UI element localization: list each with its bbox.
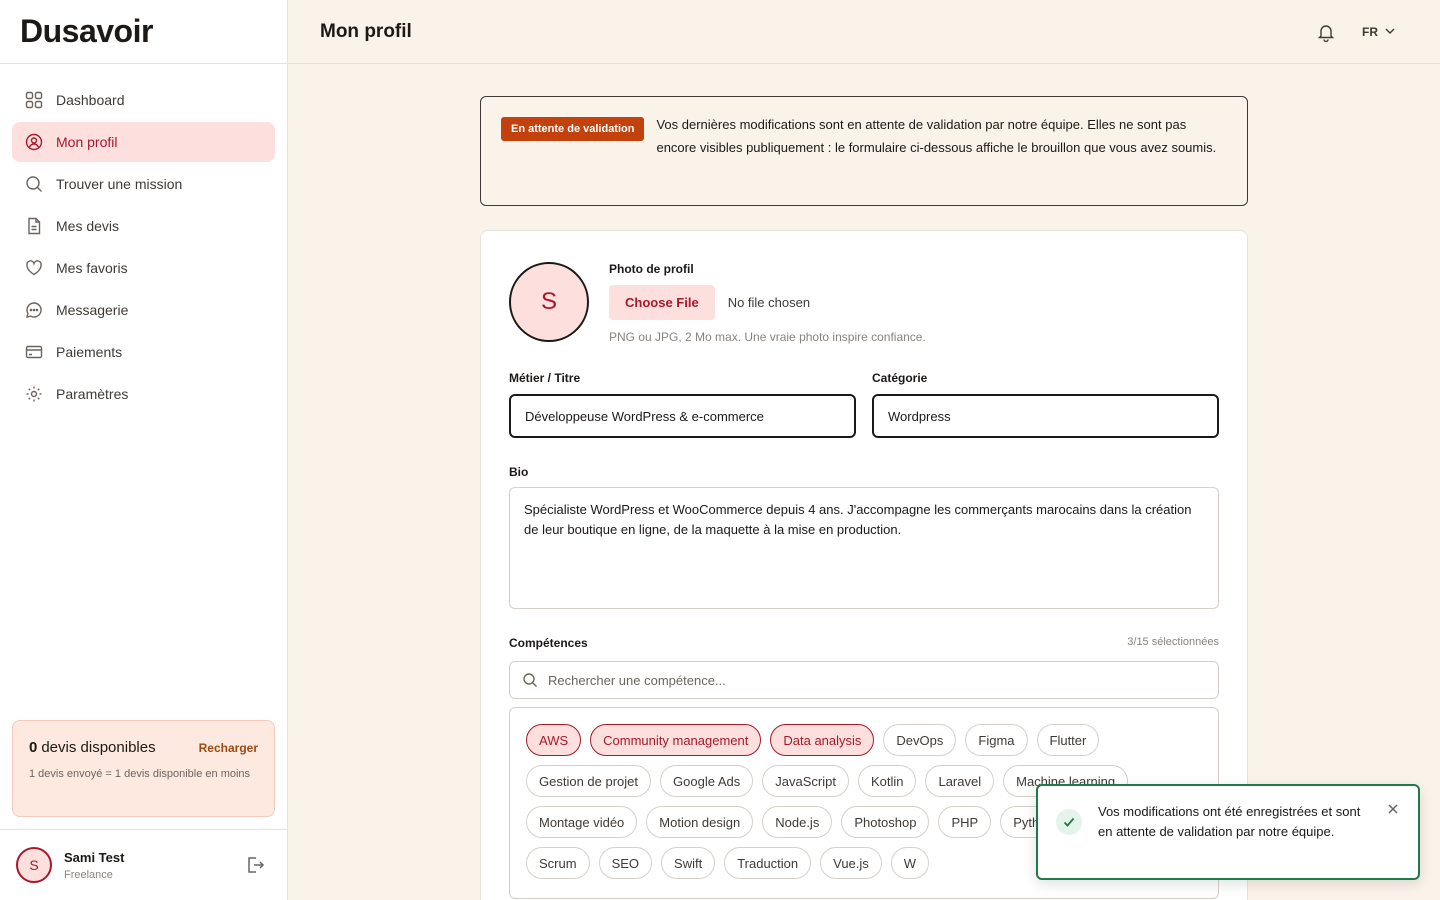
- page-title: Mon profil: [320, 20, 412, 42]
- sidebar-item-label: Paiements: [56, 344, 123, 360]
- skill-chip[interactable]: Flutter: [1036, 724, 1100, 756]
- user-circle-icon: [24, 132, 44, 152]
- skill-chip[interactable]: Swift: [661, 847, 716, 879]
- credit-card-icon: [24, 342, 44, 362]
- photo-hint: PNG ou JPG, 2 Mo max. Une vraie photo in…: [609, 330, 926, 344]
- skill-chip[interactable]: JavaScript: [762, 765, 849, 797]
- sidebar-item-label: Mes favoris: [56, 260, 128, 276]
- search-icon: [24, 174, 44, 194]
- grid-icon: [24, 90, 44, 110]
- skill-chip[interactable]: AWS: [526, 724, 582, 756]
- skill-chip[interactable]: Montage vidéo: [526, 806, 638, 838]
- bio-label: Bio: [509, 465, 529, 479]
- skill-chip[interactable]: Community management: [590, 724, 762, 756]
- sidebar-item-trouver-une-mission[interactable]: Trouver une mission: [12, 164, 275, 204]
- skill-chip[interactable]: Scrum: [526, 847, 590, 879]
- sidebar-item-label: Trouver une mission: [56, 176, 183, 192]
- sidebar-item-label: Paramètres: [56, 386, 129, 402]
- skill-chip[interactable]: Gestion de projet: [526, 765, 652, 797]
- language-selector[interactable]: FR: [1362, 25, 1396, 40]
- chevron-down-icon: [1384, 25, 1396, 40]
- check-icon: [1056, 809, 1082, 835]
- chat-icon: [24, 300, 44, 320]
- title-label: Métier / Titre: [509, 371, 581, 385]
- user-profile: S Sami Test Freelance: [0, 829, 287, 900]
- credits-count: 0 devis disponibles: [29, 739, 156, 756]
- pending-banner: En attente de validation Vos dernières m…: [480, 96, 1248, 206]
- skill-chip[interactable]: DevOps: [883, 724, 957, 756]
- status-badge: En attente de validation: [501, 117, 645, 141]
- skill-chip[interactable]: Google Ads: [660, 765, 754, 797]
- skill-chip[interactable]: Vue.js: [820, 847, 882, 879]
- user-role: Freelance: [64, 868, 113, 881]
- skill-chip[interactable]: Node.js: [762, 806, 833, 838]
- skill-chip[interactable]: Traduction: [724, 847, 812, 879]
- search-icon: [522, 672, 538, 688]
- heart-icon: [24, 258, 44, 278]
- credits-panel: 0 devis disponibles Recharger 1 devis env…: [12, 720, 275, 817]
- choose-file-button[interactable]: Choose File: [609, 285, 715, 320]
- sidebar: Dusavoir Dashboard Mon profil Trouver un…: [0, 0, 288, 900]
- skills-count: 3/15 sélectionnées: [1127, 636, 1219, 648]
- skill-chip[interactable]: Motion design: [646, 806, 754, 838]
- sidebar-item-label: Mes devis: [56, 218, 120, 234]
- header: Mon profil FR: [288, 0, 1440, 64]
- logout-icon[interactable]: [245, 855, 265, 875]
- skill-chip[interactable]: Kotlin: [857, 765, 917, 797]
- profile-avatar: S: [509, 262, 589, 342]
- sidebar-item-parametres[interactable]: Paramètres: [12, 374, 275, 414]
- skill-chip[interactable]: Figma: [965, 724, 1028, 756]
- sidebar-item-label: Messagerie: [56, 302, 129, 318]
- gear-icon: [24, 384, 44, 404]
- sidebar-item-paiements[interactable]: Paiements: [12, 332, 275, 372]
- toast-message: Vos modifications ont été enregistrées e…: [1098, 804, 1361, 839]
- skill-chip[interactable]: Data analysis: [770, 724, 875, 756]
- skill-chip[interactable]: PHP: [938, 806, 992, 838]
- success-toast: Vos modifications ont été enregistrées e…: [1036, 784, 1420, 880]
- sidebar-item-mes-devis[interactable]: Mes devis: [12, 206, 275, 246]
- skill-chip[interactable]: Photoshop: [841, 806, 930, 838]
- skill-chip[interactable]: W: [890, 847, 930, 879]
- skills-label: Compétences: [509, 636, 588, 650]
- bell-icon[interactable]: [1316, 22, 1336, 43]
- skill-chip[interactable]: Laravel: [925, 765, 995, 797]
- bio-textarea[interactable]: Spécialiste WordPress et WooCommerce dep…: [509, 487, 1219, 609]
- close-icon[interactable]: [1386, 800, 1400, 821]
- skills-search-placeholder: Rechercher une compétence...: [548, 672, 726, 688]
- sidebar-item-messagerie[interactable]: Messagerie: [12, 290, 275, 330]
- logo[interactable]: Dusavoir: [0, 0, 287, 64]
- credits-note: 1 devis envoyé = 1 devis disponible en m…: [29, 768, 251, 780]
- sidebar-nav: Dashboard Mon profil Trouver une mission…: [0, 64, 287, 432]
- user-name: Sami Test: [64, 849, 125, 865]
- recharge-link[interactable]: Recharger: [199, 741, 258, 755]
- banner-text: Vos dernières modifications sont en atte…: [656, 117, 1217, 155]
- sidebar-item-label: Mon profil: [56, 134, 118, 150]
- skills-search-input[interactable]: Rechercher une compétence...: [509, 661, 1219, 699]
- skill-chip[interactable]: SEO: [598, 847, 653, 879]
- file-status: No file chosen: [727, 295, 811, 310]
- title-input[interactable]: Développeuse WordPress & e-commerce: [509, 394, 856, 438]
- sidebar-item-label: Dashboard: [56, 92, 125, 108]
- sidebar-item-mes-favoris[interactable]: Mes favoris: [12, 248, 275, 288]
- category-label: Catégorie: [872, 371, 928, 385]
- document-icon: [24, 216, 44, 236]
- category-select[interactable]: Wordpress: [872, 394, 1219, 438]
- avatar[interactable]: S: [16, 847, 52, 883]
- sidebar-item-dashboard[interactable]: Dashboard: [12, 80, 275, 120]
- sidebar-item-mon-profil[interactable]: Mon profil: [12, 122, 275, 162]
- photo-label: Photo de profil: [609, 262, 694, 276]
